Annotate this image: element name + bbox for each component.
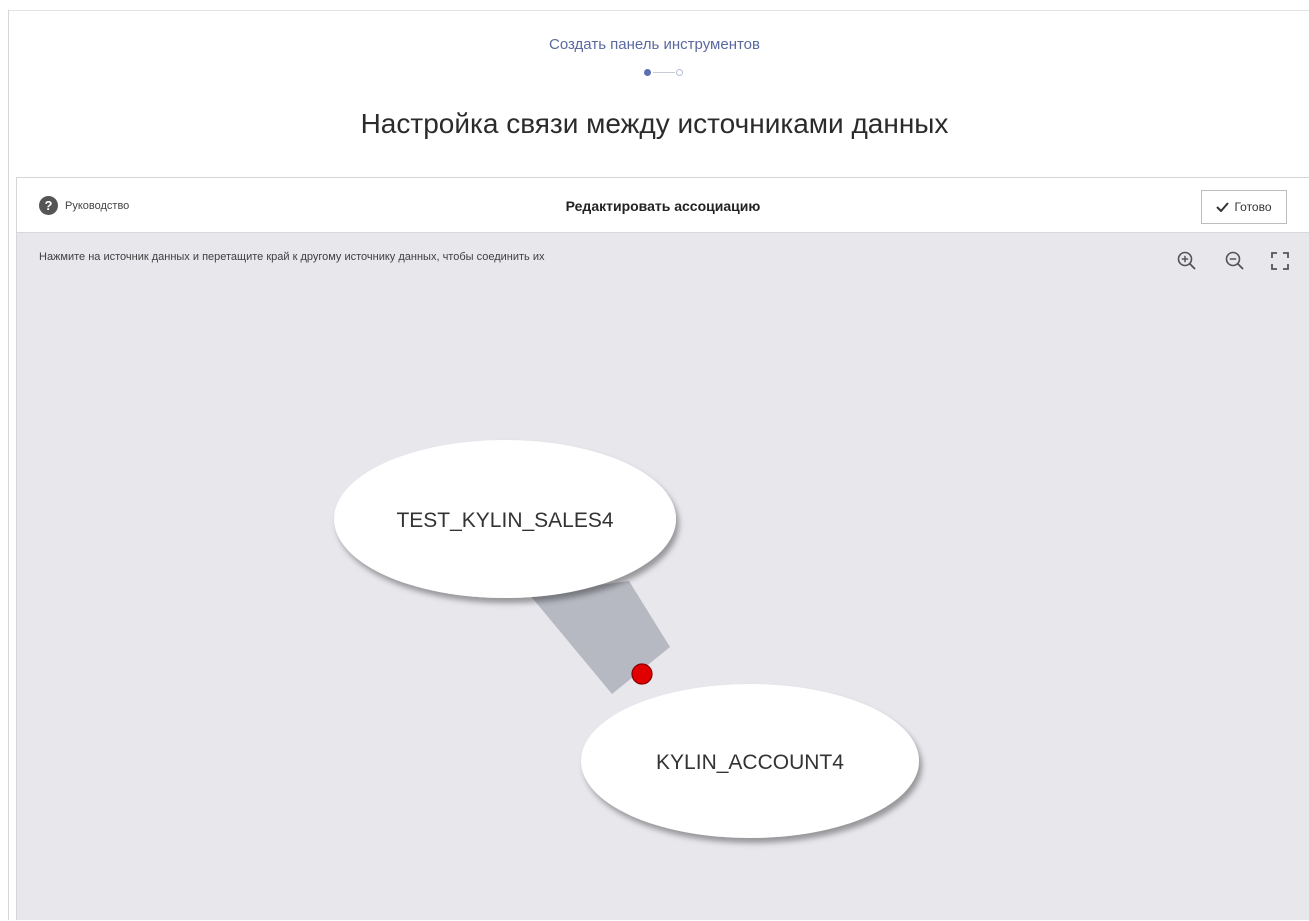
step-2-indicator bbox=[676, 69, 683, 76]
datasource-node[interactable]: KYLIN_ACCOUNT4 bbox=[581, 684, 919, 838]
wizard-steps bbox=[644, 66, 686, 80]
datasource-node-label: TEST_KYLIN_SALES4 bbox=[396, 509, 613, 532]
page-title: Настройка связи между источниками данных bbox=[360, 108, 949, 139]
done-button[interactable]: Готово bbox=[1201, 190, 1287, 224]
step-1-indicator bbox=[644, 69, 651, 76]
check-icon bbox=[1216, 202, 1230, 212]
datasource-node-label: KYLIN_ACCOUNT4 bbox=[656, 751, 844, 774]
page-frame-left bbox=[8, 10, 9, 920]
association-graph[interactable]: TEST_KYLIN_SALES4 KYLIN_ACCOUNT4 bbox=[17, 233, 1309, 921]
editor-toolbar: ? Руководство Редактировать ассоциацию Г… bbox=[17, 178, 1309, 233]
done-label: Готово bbox=[1234, 200, 1272, 214]
wizard-caption: Создать панель инструментов bbox=[549, 36, 760, 53]
editor-title: Редактировать ассоциацию bbox=[565, 198, 761, 214]
datasource-node[interactable]: TEST_KYLIN_SALES4 bbox=[334, 440, 676, 598]
page-frame-top bbox=[8, 10, 1309, 11]
step-connector bbox=[653, 72, 675, 73]
edge-drag-handle[interactable] bbox=[631, 663, 653, 685]
association-editor-panel: ? Руководство Редактировать ассоциацию Г… bbox=[16, 177, 1309, 920]
